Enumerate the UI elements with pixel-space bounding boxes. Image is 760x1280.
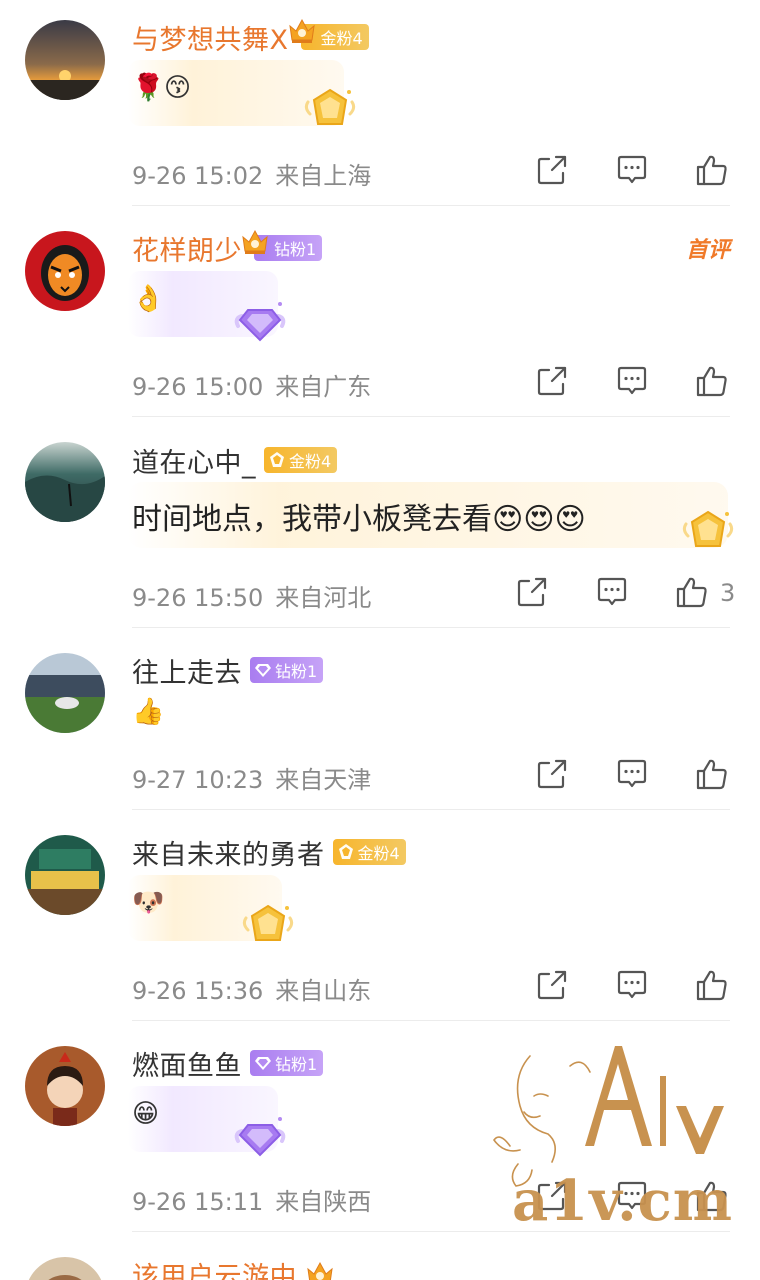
gold-fan-badge-icon (337, 843, 355, 861)
first-comment-label: 首评 (685, 238, 730, 263)
location: 来自广东 (275, 373, 372, 401)
name-row: 与梦想共舞X 金粉4 (132, 17, 369, 57)
grin-emoji: 😁 (132, 1099, 160, 1129)
diamond-medal-icon (232, 1111, 288, 1163)
username[interactable]: 往上走去 (132, 651, 242, 690)
like-icon[interactable] (694, 756, 730, 792)
comment-icon[interactable] (594, 574, 630, 610)
name-row: 花样朗少 钻粉1 (132, 228, 323, 268)
timestamp: 9-26 15:11 (132, 1188, 264, 1216)
gold-medal-icon (302, 84, 358, 136)
ok-hand-emoji: 👌 (132, 284, 165, 314)
share-icon[interactable] (534, 967, 570, 1003)
watermark-text: a1v.cm (512, 1168, 734, 1234)
location: 来自山东 (275, 977, 372, 1005)
timestamp: 9-26 15:50 (132, 584, 264, 612)
comment-icon[interactable] (614, 756, 650, 792)
avatar[interactable] (25, 835, 105, 915)
username[interactable]: 花样朗少 (132, 229, 242, 268)
crown-icon (240, 227, 270, 257)
avatar[interactable] (25, 1046, 105, 1126)
comment-icon[interactable] (614, 967, 650, 1003)
divider (132, 1020, 730, 1021)
comment-text: 时间地点，我带小板凳去看😍😍😍 (132, 502, 586, 537)
location: 来自天津 (275, 766, 372, 794)
timestamp: 9-26 15:02 (132, 162, 264, 190)
username[interactable]: 燃面鱼鱼 (132, 1044, 242, 1083)
crown-icon (287, 16, 317, 46)
comment-meta: 9-26 15:36 来自山东 (132, 971, 371, 1006)
like-icon[interactable] (694, 152, 730, 188)
avatar[interactable] (25, 20, 105, 100)
like-icon[interactable] (674, 574, 710, 610)
name-row: 该用户云游中 (132, 1254, 335, 1280)
comment-meta: 9-26 15:50 来自河北 (132, 578, 371, 613)
avatar[interactable] (25, 231, 105, 311)
location: 来自陕西 (275, 1188, 372, 1216)
username[interactable]: 道在心中_ (132, 441, 256, 480)
timestamp: 9-27 10:23 (132, 766, 264, 794)
share-icon[interactable] (534, 363, 570, 399)
name-row: 燃面鱼鱼 钻粉1 (132, 1043, 324, 1083)
divider (132, 205, 730, 206)
crown-icon (305, 1259, 335, 1280)
comment-icon[interactable] (614, 363, 650, 399)
gold-fan-badge[interactable]: 金粉4 (332, 839, 406, 865)
thumbs-up-emoji: 👍 (132, 697, 165, 727)
diamond-fan-badge-icon (254, 661, 272, 679)
rose-emoji: 🌹 (132, 73, 165, 103)
like-icon[interactable] (694, 363, 730, 399)
diamond-medal-icon (232, 296, 288, 348)
comment-meta: 9-26 15:00 来自广东 (132, 367, 371, 402)
share-icon[interactable] (514, 574, 550, 610)
username[interactable]: 与梦想共舞X (132, 18, 289, 57)
diamond-fan-badge[interactable]: 钻粉1 (250, 1050, 324, 1076)
watermark-letters (585, 1046, 724, 1154)
share-icon[interactable] (534, 152, 570, 188)
location: 来自上海 (275, 162, 372, 190)
divider (132, 627, 730, 628)
diamond-fan-badge[interactable]: 钻粉1 (254, 235, 323, 261)
share-icon[interactable] (534, 756, 570, 792)
username[interactable]: 来自未来的勇者 (132, 833, 325, 872)
username[interactable]: 该用户云游中 (132, 1255, 297, 1280)
doge-emoji: 🐶 (132, 888, 165, 918)
gold-medal-icon (240, 900, 296, 952)
avatar[interactable] (25, 442, 105, 522)
gold-fan-badge[interactable]: 金粉4 (301, 24, 369, 50)
gold-fan-badge[interactable]: 金粉4 (264, 447, 338, 473)
comment-meta: 9-27 10:23 来自天津 (132, 760, 371, 795)
diamond-fan-badge[interactable]: 钻粉1 (250, 657, 324, 683)
comment-meta: 9-26 15:02 来自上海 (132, 156, 371, 191)
divider (132, 809, 730, 810)
diamond-fan-badge-icon (254, 1054, 272, 1072)
comment-icon[interactable] (614, 152, 650, 188)
timestamp: 9-26 15:00 (132, 373, 264, 401)
name-row: 来自未来的勇者 金粉4 (132, 832, 406, 872)
kiss-emoji: 😙 (164, 73, 192, 103)
name-row: 往上走去 钻粉1 (132, 650, 324, 690)
like-count: 3 (720, 579, 736, 607)
like-icon[interactable] (694, 967, 730, 1003)
divider (132, 416, 730, 417)
comment-meta: 9-26 15:11 来自陕西 (132, 1182, 371, 1217)
gold-fan-badge-icon (268, 451, 286, 469)
name-row: 道在心中_ 金粉4 (132, 440, 338, 480)
gold-medal-icon (680, 506, 736, 558)
avatar[interactable] (25, 1257, 105, 1280)
location: 来自河北 (275, 584, 372, 612)
avatar[interactable] (25, 653, 105, 733)
timestamp: 9-26 15:36 (132, 977, 264, 1005)
